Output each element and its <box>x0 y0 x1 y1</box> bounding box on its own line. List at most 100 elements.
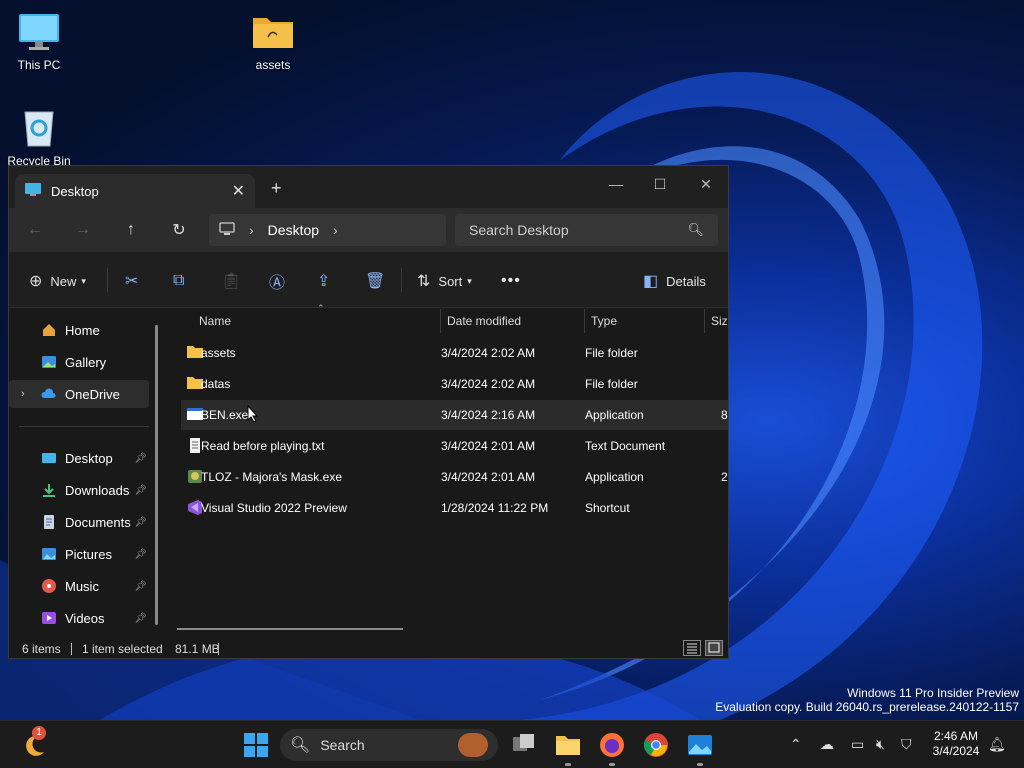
file-size: 2 <box>721 470 728 484</box>
up-button[interactable]: ↑ <box>117 218 145 242</box>
rename-button[interactable]: Ⓐ <box>269 270 285 292</box>
assets-desktop-icon[interactable]: assets <box>235 10 311 72</box>
back-button[interactable]: ← <box>21 218 49 242</box>
taskbar-search-label: Search <box>320 737 365 753</box>
pin-icon[interactable]: 📌︎ <box>134 613 147 624</box>
photos-icon[interactable] <box>687 732 713 758</box>
column-header-date[interactable]: Date modified <box>447 309 521 333</box>
desktop-folder-icon <box>25 183 41 199</box>
pc-icon <box>219 221 235 239</box>
task-view-button[interactable] <box>511 732 537 758</box>
display-icon[interactable]: ▭ <box>851 736 864 753</box>
sidebar-item-onedrive[interactable]: › OneDrive <box>9 380 149 408</box>
notification-bell-icon[interactable]: 🔔︎ <box>988 736 1006 753</box>
more-options-button[interactable]: ••• <box>501 270 521 292</box>
sidebar-item-videos[interactable]: Videos 📌︎ <box>9 604 149 632</box>
sort-button[interactable]: ⇅ Sort ▾ <box>417 270 472 292</box>
start-button[interactable] <box>243 732 269 758</box>
share-icon: ⇪ <box>317 273 331 290</box>
new-button[interactable]: ⊕ New ▾ <box>29 270 86 292</box>
sidebar-item-downloads[interactable]: Downloads 📌︎ <box>9 476 149 504</box>
chevron-down-icon: ▾ <box>467 275 472 286</box>
taskbar-search[interactable]: 🔍︎ Search <box>280 729 498 761</box>
details-view-button[interactable] <box>683 640 701 656</box>
running-indicator <box>609 763 615 766</box>
chevron-right-icon[interactable]: › <box>333 222 338 238</box>
file-date: 3/4/2024 2:16 AM <box>441 408 536 422</box>
show-hidden-icons-button[interactable]: ⌃ <box>790 736 802 753</box>
clock[interactable]: 2:46 AM 3/4/2024 <box>926 729 986 759</box>
file-name: assets <box>201 346 236 360</box>
pin-icon[interactable]: 📌︎ <box>134 549 147 560</box>
new-tab-button[interactable]: + <box>271 178 282 199</box>
column-header-type[interactable]: Type <box>591 309 617 333</box>
maximize-button[interactable]: ☐ <box>637 170 683 198</box>
tiles-view-button[interactable] <box>705 640 723 656</box>
security-shield-icon[interactable]: ⛉ <box>901 736 912 753</box>
file-date: 3/4/2024 2:02 AM <box>441 377 536 391</box>
sidebar-item-pictures[interactable]: Pictures 📌︎ <box>9 540 149 568</box>
gallery-icon <box>41 354 57 370</box>
column-header-size[interactable]: Size <box>711 309 728 333</box>
file-explorer-taskbar-icon[interactable] <box>555 732 581 758</box>
file-row[interactable]: BEN.exe 3/4/2024 2:16 AM Application 8 <box>181 400 728 430</box>
chrome-icon[interactable] <box>643 732 669 758</box>
chevron-down-icon: ▾ <box>81 275 86 286</box>
search-input[interactable]: Search Desktop <box>469 222 569 238</box>
status-bar: 6 items 1 item selected 81.1 MB <box>9 638 728 658</box>
pin-icon[interactable]: 📌︎ <box>134 485 147 496</box>
recycle-bin-desktop-icon[interactable]: Recycle Bin <box>1 106 77 168</box>
tab-desktop[interactable]: Desktop ✕ <box>15 174 255 208</box>
pin-icon[interactable]: 📌︎ <box>134 581 147 592</box>
paste-button[interactable]: 📋︎ <box>221 270 241 292</box>
file-row[interactable]: datas 3/4/2024 2:02 AM File folder <box>181 369 728 399</box>
file-type: File folder <box>585 346 638 360</box>
sidebar-item-desktop[interactable]: Desktop 📌︎ <box>9 444 149 472</box>
file-row[interactable]: TLOZ - Majora's Mask.exe 3/4/2024 2:01 A… <box>181 462 728 492</box>
weather-moon-icon[interactable]: 1 <box>20 726 46 756</box>
volume-muted-icon[interactable]: 🔇︎ <box>876 736 885 753</box>
pin-icon[interactable]: 📌︎ <box>134 453 147 464</box>
chevron-right-icon[interactable]: › <box>21 388 25 400</box>
column-divider[interactable] <box>440 309 441 333</box>
this-pc-desktop-icon[interactable]: This PC <box>1 10 77 72</box>
file-name: BEN.exe <box>201 408 249 422</box>
file-row[interactable]: Visual Studio 2022 Preview 1/28/2024 11:… <box>181 493 728 523</box>
cloud-icon <box>41 386 57 402</box>
breadcrumb-desktop[interactable]: Desktop <box>268 222 319 238</box>
sidebar-item-music[interactable]: Music 📌︎ <box>9 572 149 600</box>
horizontal-scrollbar[interactable] <box>177 628 403 630</box>
details-button-label: Details <box>666 273 706 289</box>
details-button[interactable]: ◧ Details <box>643 270 706 292</box>
sidebar-item-label: Documents <box>65 514 131 530</box>
minimize-button[interactable]: — <box>593 170 639 198</box>
forward-button[interactable]: → <box>69 218 97 242</box>
sidebar-item-gallery[interactable]: Gallery <box>9 348 149 376</box>
document-icon <box>41 514 57 530</box>
close-window-button[interactable]: ✕ <box>683 170 728 198</box>
watermark-line-1: Windows 11 Pro Insider Preview <box>847 686 1019 700</box>
address-bar[interactable]: › Desktop › <box>209 214 446 246</box>
refresh-button[interactable]: ↻ <box>165 218 193 242</box>
firefox-icon[interactable] <box>599 732 625 758</box>
onedrive-cloud-icon[interactable]: ☁ <box>820 736 834 753</box>
sidebar-item-home[interactable]: Home <box>9 316 149 344</box>
search-box[interactable]: Search Desktop 🔍︎ <box>455 214 718 246</box>
pin-icon[interactable]: 📌︎ <box>134 517 147 528</box>
column-divider[interactable] <box>704 309 705 333</box>
copy-button[interactable]: ⧉ <box>173 270 184 292</box>
file-row[interactable]: assets 3/4/2024 2:02 AM File folder <box>181 338 728 368</box>
running-indicator <box>565 763 571 766</box>
column-divider[interactable] <box>584 309 585 333</box>
sidebar-scrollbar[interactable] <box>155 325 158 625</box>
share-button[interactable]: ⇪ <box>317 270 330 292</box>
desktop-icon-label: This PC <box>17 58 61 72</box>
column-header-name[interactable]: Name <box>199 309 231 333</box>
sidebar-item-documents[interactable]: Documents 📌︎ <box>9 508 149 536</box>
file-name: Read before playing.txt <box>201 439 325 453</box>
file-row[interactable]: Read before playing.txt 3/4/2024 2:01 AM… <box>181 431 728 461</box>
cut-button[interactable]: ✂ <box>125 270 138 292</box>
close-tab-icon[interactable]: ✕ <box>232 181 245 201</box>
delete-button[interactable]: 🗑︎ <box>365 270 385 292</box>
file-type: Text Document <box>585 439 666 453</box>
